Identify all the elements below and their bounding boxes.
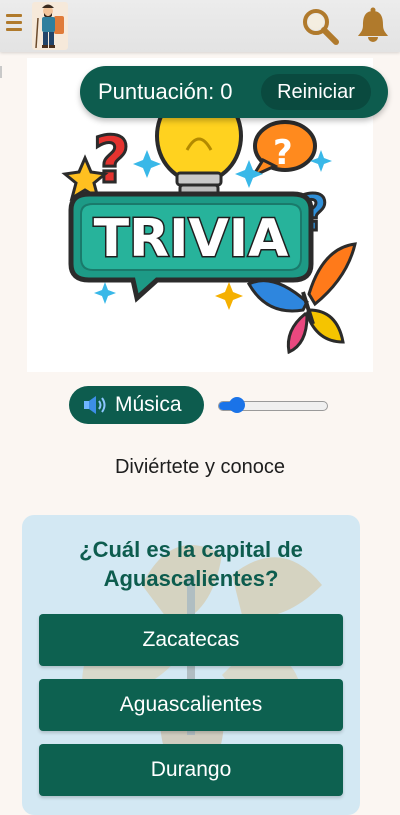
answer-button-2[interactable]: Aguascalientes [39, 679, 343, 731]
score-label: Puntuación: 0 [98, 79, 233, 104]
question-card: ¿Cuál es la capital de Aguascalientes? Z… [22, 515, 360, 815]
music-toggle-button[interactable]: Música [69, 386, 204, 424]
bell-icon[interactable] [356, 6, 390, 49]
banner-title: TRIVIA [94, 209, 289, 269]
search-icon[interactable] [300, 6, 340, 51]
svg-text:?: ? [93, 124, 130, 198]
tagline: Diviértete y conoce [114, 456, 286, 478]
question-line-1: ¿Cuál es la capital de [79, 537, 303, 562]
reset-button[interactable]: Reiniciar [261, 74, 371, 110]
avatar[interactable] [32, 2, 68, 50]
speaker-icon [83, 395, 111, 420]
question-text: ¿Cuál es la capital de Aguascalientes? [22, 535, 360, 593]
edge-marker [0, 66, 2, 78]
hamburger-menu-icon[interactable] [6, 14, 22, 34]
svg-text:?: ? [273, 133, 293, 173]
top-app-bar [0, 0, 400, 52]
volume-slider[interactable] [218, 395, 330, 415]
score-pill: Puntuación: 0 Reiniciar [80, 66, 388, 118]
question-line-2: Aguascalientes? [103, 566, 279, 591]
slider-thumb[interactable] [228, 397, 245, 413]
answer-button-3[interactable]: Durango [39, 744, 343, 796]
answer-button-1[interactable]: Zacatecas [39, 614, 343, 666]
music-label: Música [115, 393, 182, 416]
